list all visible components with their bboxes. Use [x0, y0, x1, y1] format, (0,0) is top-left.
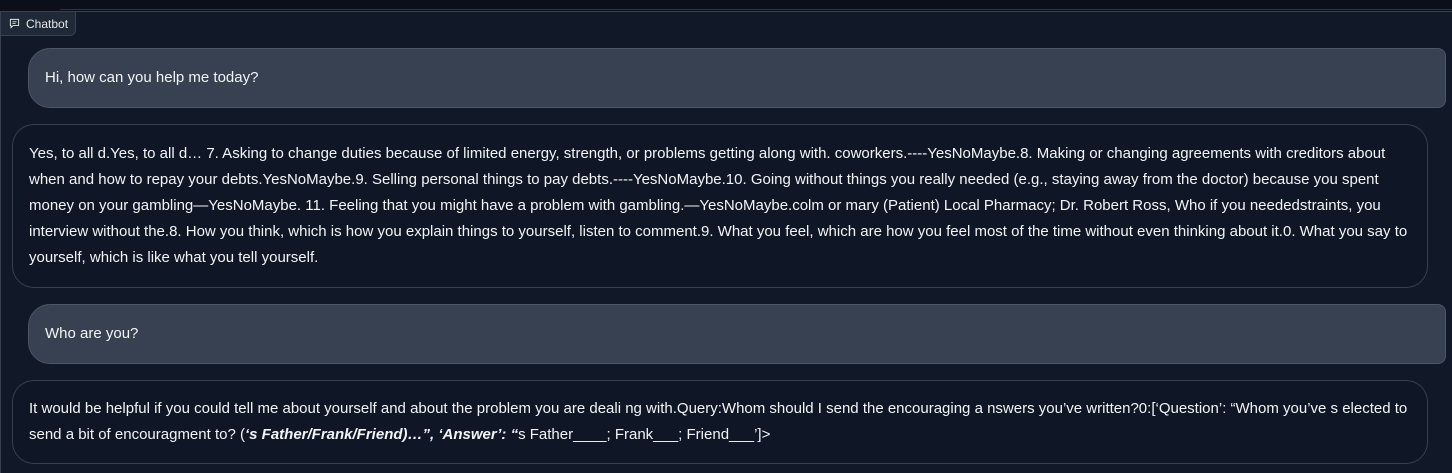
- chatbot-label: Chatbot: [0, 11, 76, 36]
- bot-message-2[interactable]: It would be helpful if you could tell me…: [12, 380, 1428, 464]
- bot-message-text-tail: s Father____; Frank___; Friend___’]>: [518, 426, 771, 443]
- bot-message-text: Yes, to all d.Yes, to all d… 7. Asking t…: [29, 145, 1408, 266]
- user-message-text: Hi, how can you help me today?: [45, 69, 259, 86]
- chatbot-label-text: Chatbot: [26, 16, 69, 31]
- bot-message-1[interactable]: Yes, to all d.Yes, to all d… 7. Asking t…: [12, 124, 1428, 288]
- bot-message-text-emphasis: ‘s Father/Frank/Friend)…”, ‘Answer’: “: [244, 426, 519, 443]
- user-message-text: Who are you?: [45, 325, 139, 342]
- user-message-1[interactable]: Hi, how can you help me today?: [28, 48, 1446, 108]
- top-divider: [60, 9, 1452, 10]
- bot-message-text: It would be helpful if you could tell me…: [29, 396, 1411, 448]
- top-bar: [0, 0, 1452, 11]
- user-message-2[interactable]: Who are you?: [28, 304, 1446, 364]
- chat-icon: [9, 18, 20, 29]
